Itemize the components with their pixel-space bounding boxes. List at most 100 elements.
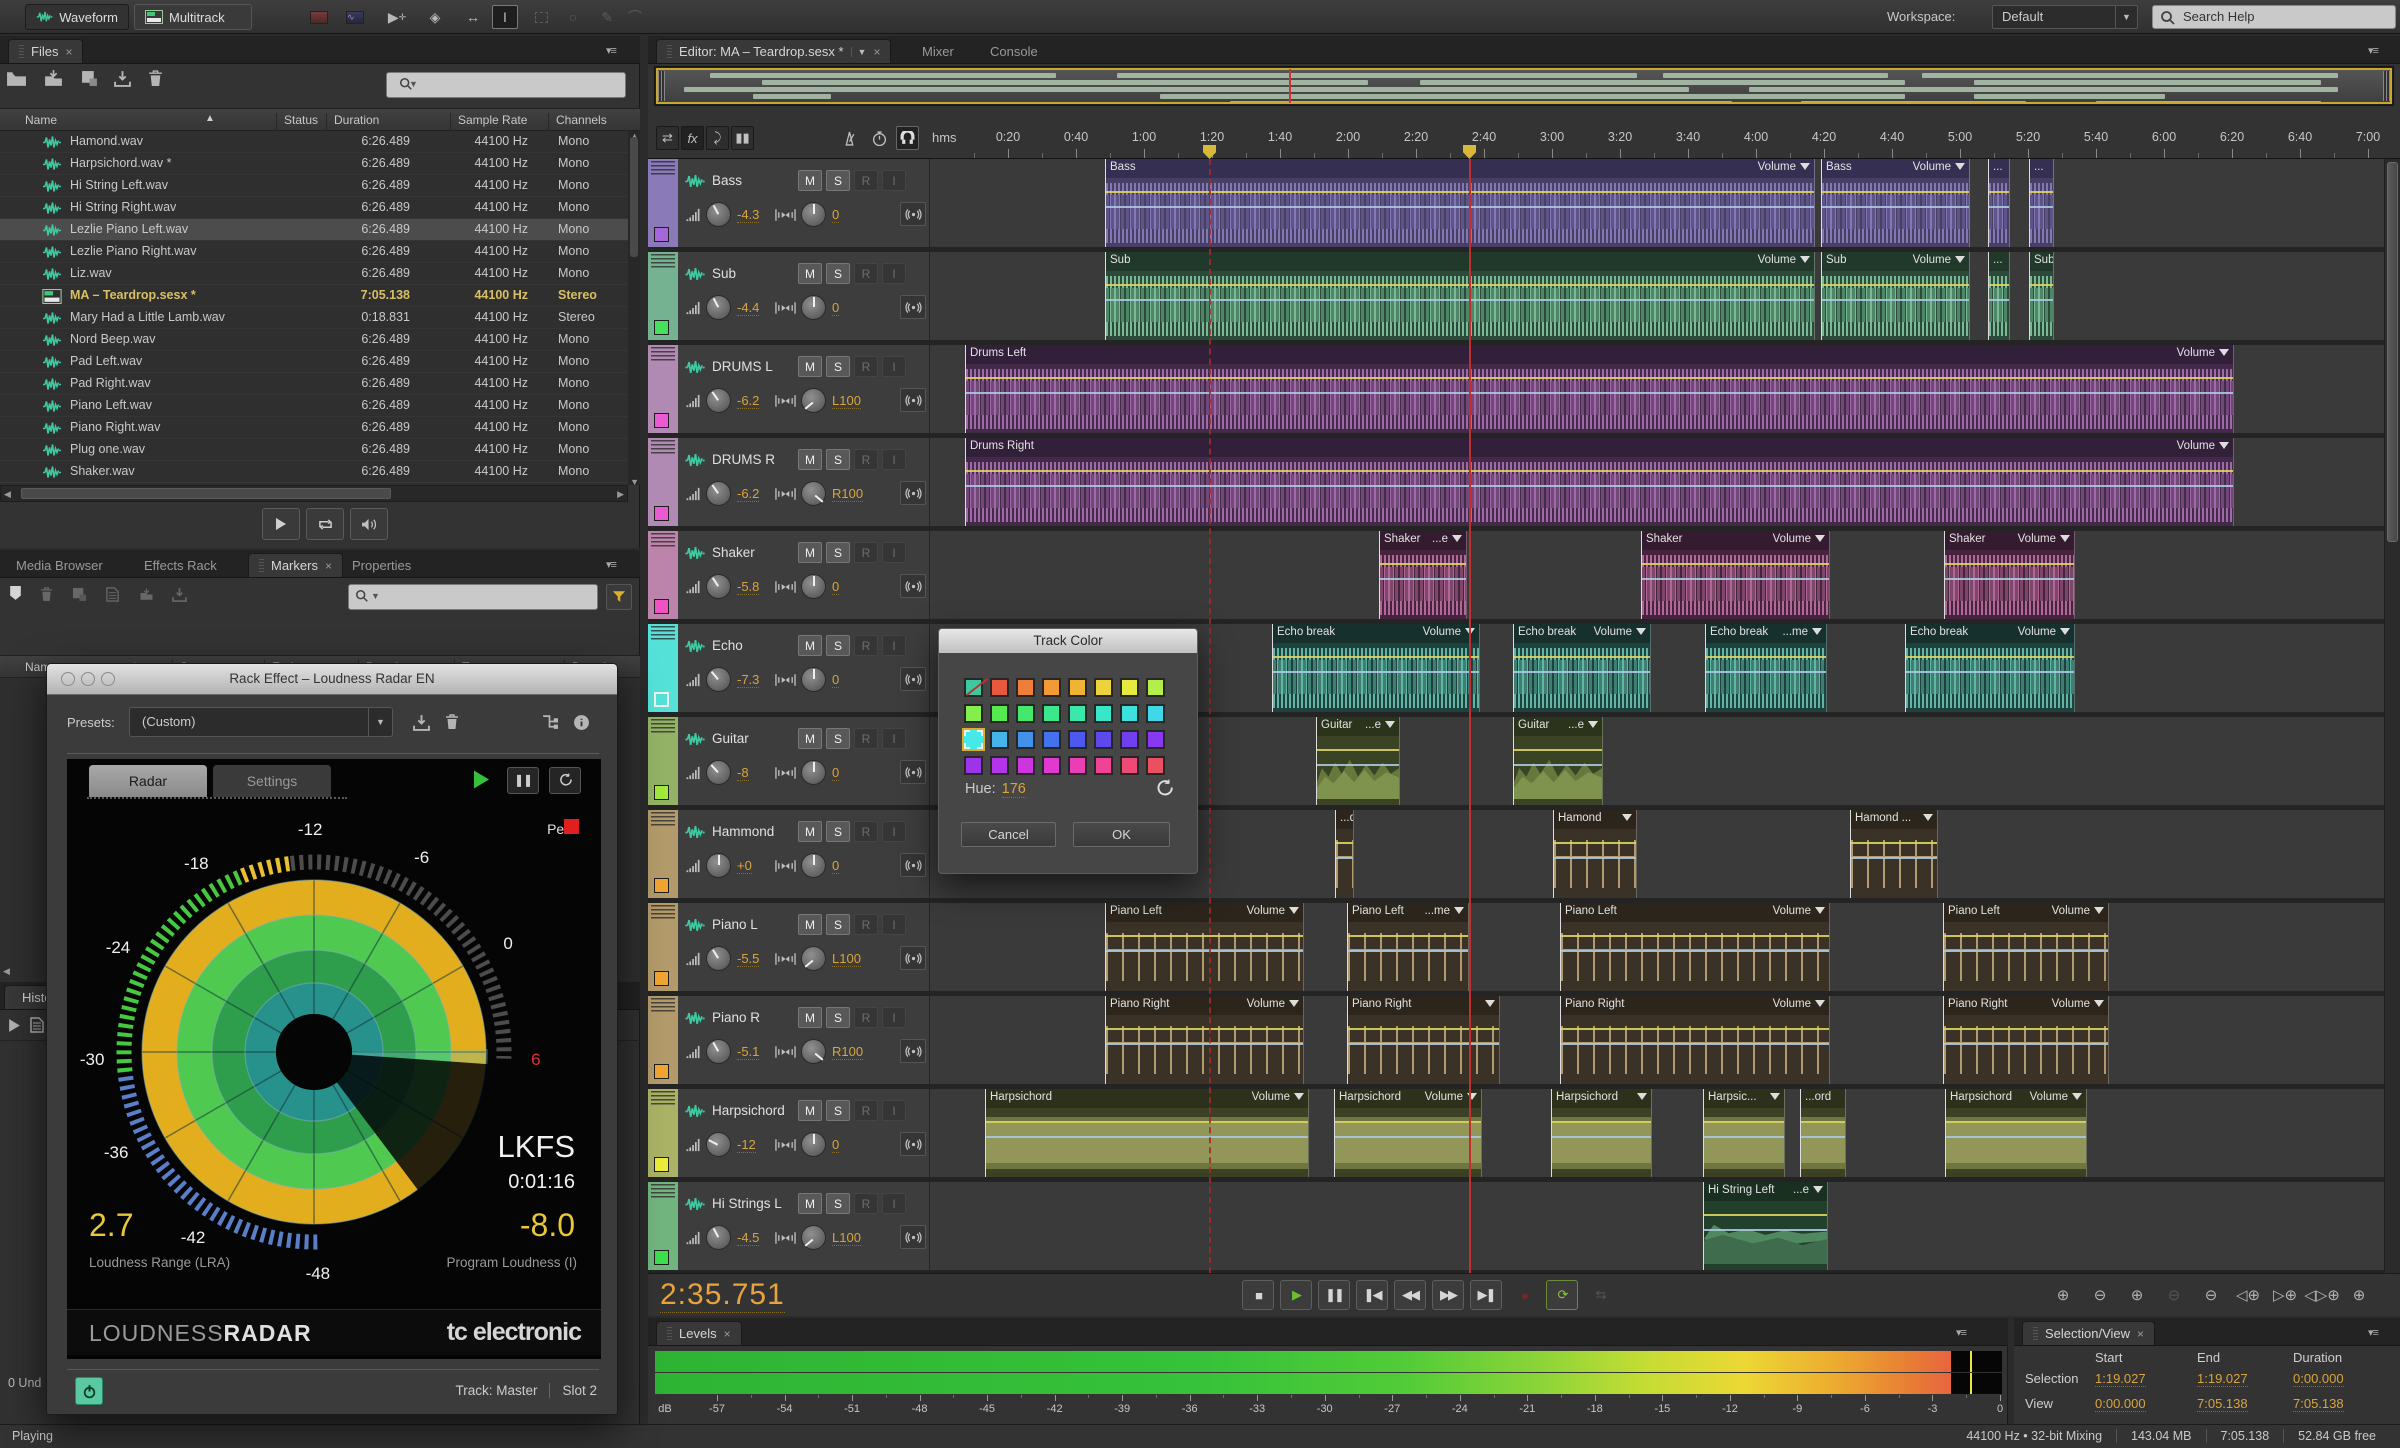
clip-dropdown-icon[interactable] (1289, 1000, 1299, 1007)
audio-clip[interactable]: Harpsichord (1551, 1089, 1652, 1177)
pan-envelope[interactable] (966, 391, 2233, 394)
volume-envelope[interactable] (1317, 748, 1399, 751)
audio-clip[interactable]: Piano Right Volume (1560, 996, 1830, 1084)
track-name[interactable]: Hammond (712, 824, 774, 839)
input-monitor-button[interactable]: I (882, 728, 906, 749)
color-swatch[interactable] (1120, 756, 1139, 775)
volume-value[interactable]: -4.3 (737, 207, 760, 223)
monitor-input-button[interactable] (900, 388, 926, 412)
color-swatch[interactable] (1094, 678, 1113, 697)
input-monitor-button[interactable]: I (882, 1007, 906, 1028)
volume-envelope[interactable] (1554, 841, 1636, 844)
pan-knob[interactable] (801, 760, 826, 785)
color-swatch[interactable] (990, 678, 1009, 697)
solo-button[interactable]: S (826, 1007, 850, 1028)
timeline-ruler[interactable]: 0:20 0:40 1:00 1:20 1:40 2:00 2:20 2:40 3:00 3:20… (930, 120, 2384, 158)
file-row[interactable]: Hamond.wav 6:26.489 44100 Hz Mono (0, 131, 628, 153)
track-lane[interactable]: Hi String Left ...e (930, 1182, 2384, 1270)
pan-value[interactable]: L100 (832, 1230, 861, 1246)
volume-value[interactable]: -6.2 (737, 393, 760, 409)
tab-levels[interactable]: Levels × (656, 1321, 742, 1345)
lasso-tool[interactable]: ○ (560, 5, 586, 29)
hue-value[interactable]: 176 (1001, 781, 1026, 798)
clip-dropdown-icon[interactable] (1813, 1186, 1823, 1193)
color-swatch[interactable] (1094, 756, 1113, 775)
save-preset-icon[interactable] (413, 714, 430, 731)
color-swatch[interactable] (1146, 730, 1165, 749)
zoom-full-button[interactable]: ⊕ (2346, 1282, 2372, 1308)
volume-envelope[interactable] (1822, 283, 1969, 286)
audio-clip[interactable]: Bass Volume (1105, 159, 1815, 247)
track-lane[interactable]: Sub Volume Sub Volume... Sub (930, 252, 2384, 340)
clip-volume-label[interactable]: Volume (2052, 998, 2090, 1010)
tab-radar[interactable]: Radar (89, 765, 207, 797)
files-search-input[interactable]: ▼ (386, 72, 626, 98)
clip-volume-label[interactable]: ...me (1424, 905, 1450, 917)
clip-volume-label[interactable]: Volume (2177, 440, 2215, 452)
color-swatch[interactable] (964, 678, 983, 697)
volume-envelope[interactable] (1989, 190, 2009, 193)
track-color-swatch[interactable] (654, 599, 669, 614)
track-header[interactable]: Piano L M S R I -5.5 L100 (648, 903, 930, 991)
mute-button[interactable]: M (798, 821, 822, 842)
trash-icon[interactable] (148, 70, 163, 87)
audio-clip[interactable]: Echo break Volume (1272, 624, 1480, 712)
volume-envelope[interactable] (1348, 1027, 1499, 1030)
ibeam-tool[interactable]: I (492, 5, 518, 29)
color-swatch[interactable] (1094, 730, 1113, 749)
color-swatch[interactable] (1042, 678, 1061, 697)
track-name[interactable]: Bass (712, 173, 742, 188)
pan-knob[interactable] (801, 1132, 826, 1157)
track-color-swatch[interactable] (654, 878, 669, 893)
file-row[interactable]: Plug one.wav 6:26.489 44100 Hz Mono (0, 439, 628, 461)
color-swatch[interactable] (1016, 730, 1035, 749)
file-row[interactable]: Piano Right.wav 6:26.489 44100 Hz Mono (0, 417, 628, 439)
files-table-header[interactable]: Name ▲ Status Duration Sample Rate Chann… (0, 108, 640, 131)
mute-button[interactable]: M (798, 449, 822, 470)
search-help-input[interactable]: Search Help (2152, 5, 2396, 29)
color-swatch[interactable] (990, 730, 1009, 749)
export-icon[interactable] (139, 587, 154, 602)
view-start[interactable]: 0:00.000 (2095, 1396, 2146, 1412)
clip-dropdown-icon[interactable] (1800, 163, 1810, 170)
clip-volume-label[interactable]: Volume (1913, 161, 1951, 173)
pan-envelope[interactable] (1706, 670, 1826, 673)
clip-volume-label[interactable]: Volume (1423, 626, 1461, 638)
clip-dropdown-icon[interactable] (1622, 814, 1632, 821)
monitor-input-button[interactable] (900, 667, 926, 691)
close-icon[interactable]: × (2137, 1327, 2144, 1341)
track-lane[interactable]: Harpsichord Volume Harpsichord Volume Harpsi… (930, 1089, 2384, 1177)
pan-envelope[interactable] (1906, 670, 2074, 673)
solo-button[interactable]: S (826, 542, 850, 563)
track-color-swatch[interactable] (654, 1064, 669, 1079)
files-autoplay-button[interactable] (350, 508, 388, 540)
tab-markers[interactable]: Markers × (248, 553, 343, 577)
overview-right-handle[interactable] (2383, 71, 2390, 101)
move-clips-button[interactable]: ⇄ (656, 126, 679, 150)
audio-clip[interactable]: Sub Volume (1105, 252, 1815, 340)
volume-envelope[interactable] (1106, 190, 1814, 193)
volume-envelope[interactable] (1552, 1120, 1651, 1123)
fx-button[interactable]: fx (681, 126, 704, 150)
pan-envelope[interactable] (1554, 856, 1636, 859)
insert-icon[interactable] (105, 587, 120, 602)
pan-value[interactable]: 0 (832, 672, 840, 688)
audio-clip[interactable]: Piano Right (1347, 996, 1500, 1084)
clip-volume-label[interactable]: Volume (1758, 161, 1796, 173)
track-lane[interactable]: Shaker ...e Shaker Volume Shaker Volume (930, 531, 2384, 619)
audio-clip[interactable]: Piano Left Volume (1560, 903, 1830, 991)
clip-volume-label[interactable]: ...e (1793, 1184, 1809, 1196)
input-monitor-button[interactable]: I (882, 635, 906, 656)
audio-clip[interactable]: Sub Volume (1821, 252, 1970, 340)
pan-envelope[interactable] (966, 484, 2233, 487)
volume-value[interactable]: -6.2 (737, 486, 760, 502)
audio-clip[interactable]: Drums Left Volume (965, 345, 2234, 433)
audio-clip[interactable]: Piano Left Volume (1943, 903, 2109, 991)
pan-envelope[interactable] (1945, 577, 2074, 580)
audio-clip[interactable]: Piano Left ...me (1347, 903, 1469, 991)
track-color-strip[interactable] (648, 996, 678, 1084)
solo-button[interactable]: S (826, 449, 850, 470)
pan-envelope[interactable] (1380, 577, 1466, 580)
track-name[interactable]: Guitar (712, 731, 749, 746)
pan-knob[interactable] (801, 1039, 826, 1064)
